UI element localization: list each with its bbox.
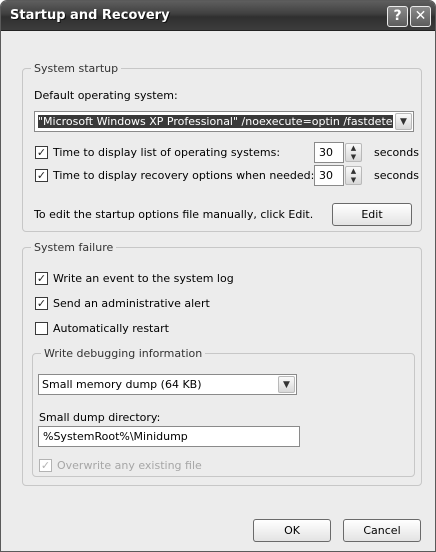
time-recovery-unit: seconds (374, 169, 419, 182)
time-list-spinner[interactable]: ▲ ▼ (345, 143, 362, 162)
time-recovery-label: Time to display recovery options when ne… (53, 169, 315, 182)
close-button[interactable]: ✕ (410, 6, 431, 27)
chevron-down-icon[interactable]: ▼ (278, 376, 295, 393)
time-recovery-spinner[interactable]: ▲ ▼ (345, 166, 362, 185)
edit-hint: To edit the startup options file manuall… (34, 208, 314, 221)
spin-up-icon[interactable]: ▲ (346, 144, 361, 152)
title-bar[interactable]: Startup and Recovery ? ✕ (1, 1, 435, 31)
dump-dir-input[interactable]: %SystemRoot%\Minidump (38, 426, 300, 447)
overwrite-checkbox[interactable]: ✓ (39, 459, 52, 472)
dump-dir-label: Small dump directory: (39, 411, 161, 424)
dump-type-dropdown[interactable]: Small memory dump (64 KB) ▼ (38, 374, 297, 395)
write-event-label: Write an event to the system log (53, 272, 234, 285)
window-title: Startup and Recovery (10, 8, 170, 23)
time-list-unit: seconds (374, 146, 419, 159)
default-os-dropdown[interactable]: "Microsoft Windows XP Professional" /noe… (34, 111, 414, 132)
time-list-checkbox[interactable]: ✓ (35, 146, 48, 159)
auto-restart-label: Automatically restart (53, 322, 169, 335)
write-event-checkbox[interactable]: ✓ (35, 272, 48, 285)
dump-type-value: Small memory dump (64 KB) (42, 378, 202, 391)
time-recovery-input[interactable]: 30 (314, 165, 344, 186)
spin-down-icon[interactable]: ▼ (346, 153, 361, 161)
chevron-down-icon[interactable]: ▼ (395, 113, 412, 130)
startup-recovery-dialog: Startup and Recovery ? ✕ System startup … (0, 0, 436, 552)
debug-info-legend: Write debugging information (44, 347, 203, 360)
overwrite-label: Overwrite any existing file (57, 459, 202, 472)
default-os-label: Default operating system: (34, 89, 178, 102)
spin-down-icon[interactable]: ▼ (346, 176, 361, 184)
send-alert-label: Send an administrative alert (53, 297, 210, 310)
time-list-input[interactable]: 30 (314, 142, 344, 163)
time-recovery-checkbox[interactable]: ✓ (35, 169, 48, 182)
ok-button[interactable]: OK (253, 519, 331, 542)
spin-up-icon[interactable]: ▲ (346, 167, 361, 175)
help-button[interactable]: ? (387, 6, 408, 27)
default-os-value: "Microsoft Windows XP Professional" /noe… (38, 115, 393, 128)
auto-restart-checkbox[interactable] (35, 322, 48, 335)
system-startup-legend: System startup (34, 62, 119, 75)
time-list-label: Time to display list of operating system… (53, 146, 281, 159)
help-icon: ? (393, 8, 402, 24)
send-alert-checkbox[interactable]: ✓ (35, 297, 48, 310)
system-failure-legend: System failure (34, 241, 114, 254)
cancel-button[interactable]: Cancel (343, 519, 421, 542)
close-icon: ✕ (414, 8, 427, 24)
edit-button[interactable]: Edit (332, 203, 412, 226)
